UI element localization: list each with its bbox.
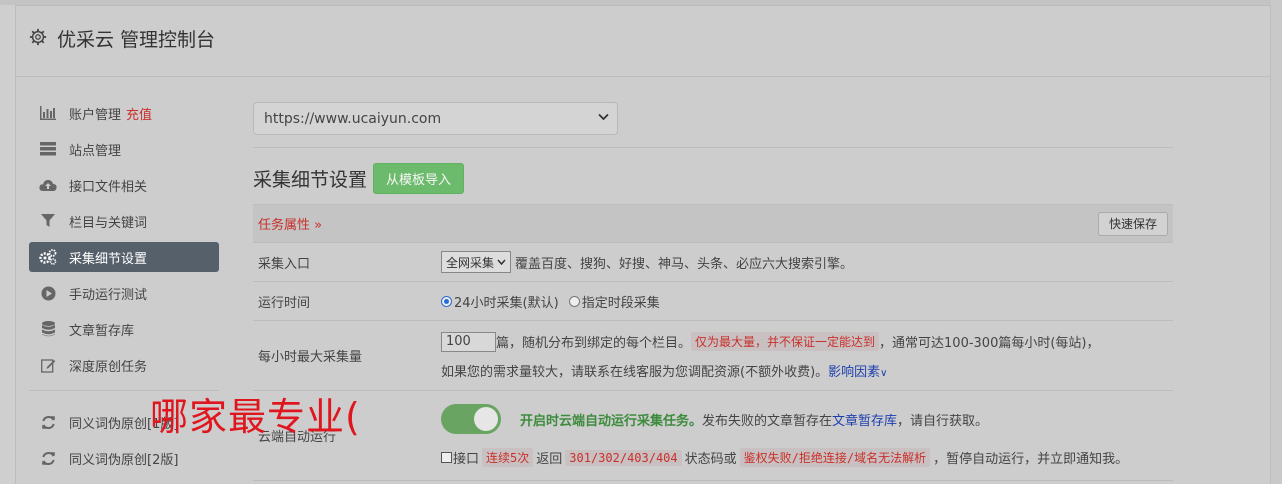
sidebar-item-label: 文章暂存库 [69,323,135,339]
section-title: 采集细节设置 [253,168,368,191]
influence-factors-link[interactable]: 影响因素∨ [828,361,887,380]
site-select[interactable]: https://www.ucaiyun.com [253,102,618,135]
edit-icon [39,356,57,374]
double-chevron-down-icon: » [314,218,323,233]
cogs-icon [39,248,57,266]
max-text-2: ，通常可达100-300篇每小时(每站)， [879,336,1100,351]
row-label: 每小时最大采集量 [258,350,363,365]
server-icon [39,140,57,158]
cloud-green-text: 开启时云端自动运行采集任务。 [520,413,703,429]
play-circle-icon [39,284,57,302]
table-row: 采集入口 全网采集 覆盖百度、搜狗、好搜、神马、头条、必应六大搜索引擎。 [253,243,1173,282]
sidebar-item-article-store[interactable]: 文章暂存库 [29,314,219,344]
scrollbar[interactable] [1271,0,1282,484]
row-label: 采集入口 [258,256,311,272]
watermark-text: 哪家最专业( [150,395,361,439]
row-label: 运行时间 [258,295,311,311]
radio-unselected-icon [568,295,580,307]
cloud-text-2: ，请自行获取。 [897,413,989,429]
max-per-hour-input[interactable]: 100 [441,331,496,352]
gear-icon [29,28,47,46]
sidebar-item-label: 账户管理 [69,107,122,123]
main-content: https://www.ucaiyun.com 采集细节设置 从模板导入 任务属… [253,102,1173,481]
divider [253,147,1173,148]
cloud-text-4: 状态码或 [684,452,737,467]
radio-selected-icon [441,295,452,307]
task-attributes-toggle[interactable]: 任务属性 » [258,214,322,233]
consecutive-tag: 连续5次 [482,448,534,467]
sidebar-item-label: 站点管理 [69,143,122,159]
cloud-auto-run-toggle[interactable] [441,404,501,434]
row-value: 全网采集 覆盖百度、搜狗、好搜、神马、头条、必应六大搜索引擎。 [436,243,1173,281]
radio-24h[interactable]: 24小时采集(默认) [441,292,559,311]
bar-chart-icon [39,104,57,122]
chevron-down-icon [598,113,609,121]
row-value: 24小时采集(默认) 指定时段采集 [436,282,1173,320]
sidebar-item-sites[interactable]: 站点管理 [29,134,219,164]
row-value: 开启时云端自动运行采集任务。 发布失败的文章暂存在 文章暂存库 ，请自行获取。 … [436,391,1173,480]
interface-checkbox[interactable] [441,452,452,463]
refresh-icon [39,449,57,467]
max-text-3: 如果您的需求量较大，请联系在线客服为您调配资源(不额外收费)。 [441,364,829,380]
cloud-text-1: 发布失败的文章暂存在 [702,413,833,429]
cloud-upload-icon [39,176,57,194]
cloud-text-3: 返回 [536,452,563,467]
page-title: 优采云 管理控制台 [57,29,216,51]
error-types-tag: 鉴权失败/拒绝连接/域名无法解析 [739,448,931,467]
sidebar-item-label: 采集细节设置 [69,251,148,267]
max-warning-tag: 仅为最大量，并不保证一定能达到 [691,332,880,351]
table-row: 每小时最大采集量 100 篇，随机分布到绑定的每个栏目。 仅为最大量，并不保证一… [253,321,1173,391]
section-header: 采集细节设置 从模板导入 [253,162,1173,194]
sidebar-item-manual-run[interactable]: 手动运行测试 [29,278,219,308]
sidebar-item-label: 栏目与关键词 [69,215,148,231]
max-text-1: 篇，随机分布到绑定的每个栏目。 [496,336,692,351]
checkbox-label: 接口 [453,452,480,467]
sidebar-item-synonym-v2[interactable]: 同义词伪原创[2版] [29,443,219,473]
sidebar-item-label: 同义词伪原创[2版] [69,452,179,468]
row-value: 100 篇，随机分布到绑定的每个栏目。 仅为最大量，并不保证一定能达到 ，通常可… [436,321,1173,390]
sidebar-item-keywords[interactable]: 栏目与关键词 [29,206,219,236]
collect-entry-select[interactable]: 全网采集 [441,251,512,273]
sidebar-item-interface[interactable]: 接口文件相关 [29,170,219,200]
database-icon [39,320,57,338]
refresh-icon [39,413,57,431]
settings-table: 任务属性 » 快速保存 采集入口 全网采集 覆盖百度、搜狗、好搜、神马、头条、必… [253,204,1173,481]
site-select-value: https://www.ucaiyun.com [264,110,442,127]
sidebar-item-label: 深度原创任务 [69,359,148,375]
import-template-button[interactable]: 从模板导入 [373,162,465,194]
status-codes-tag: 301/302/403/404 [565,449,682,466]
cloud-text-5: ，暂停自动运行，并立即通知我。 [933,452,1129,467]
filter-icon [39,212,57,230]
entry-description: 覆盖百度、搜狗、好搜、神马、头条、必应六大搜索引擎。 [515,256,854,272]
radio-scheduled[interactable]: 指定时段采集 [568,292,660,311]
sidebar-item-label: 接口文件相关 [69,179,148,195]
quick-save-button[interactable]: 快速保存 [1097,211,1168,236]
sidebar-item-collect-settings[interactable]: 采集细节设置 [29,242,219,272]
table-row: 云端自动运行 开启时云端自动运行采集任务。 发布失败的文章暂存在 文章暂存库 ，… [253,391,1173,481]
table-row: 运行时间 24小时采集(默认) 指定时段采集 [253,282,1173,321]
table-header: 任务属性 » 快速保存 [253,205,1173,243]
header: 优采云 管理控制台 [16,6,1270,77]
recharge-link[interactable]: 充值 [126,104,152,123]
sidebar-item-account[interactable]: 账户管理 充值 [29,98,219,128]
article-store-link[interactable]: 文章暂存库 [832,410,897,429]
sidebar-item-label: 手动运行测试 [69,287,148,303]
sidebar-item-deep-original[interactable]: 深度原创任务 [29,350,219,380]
